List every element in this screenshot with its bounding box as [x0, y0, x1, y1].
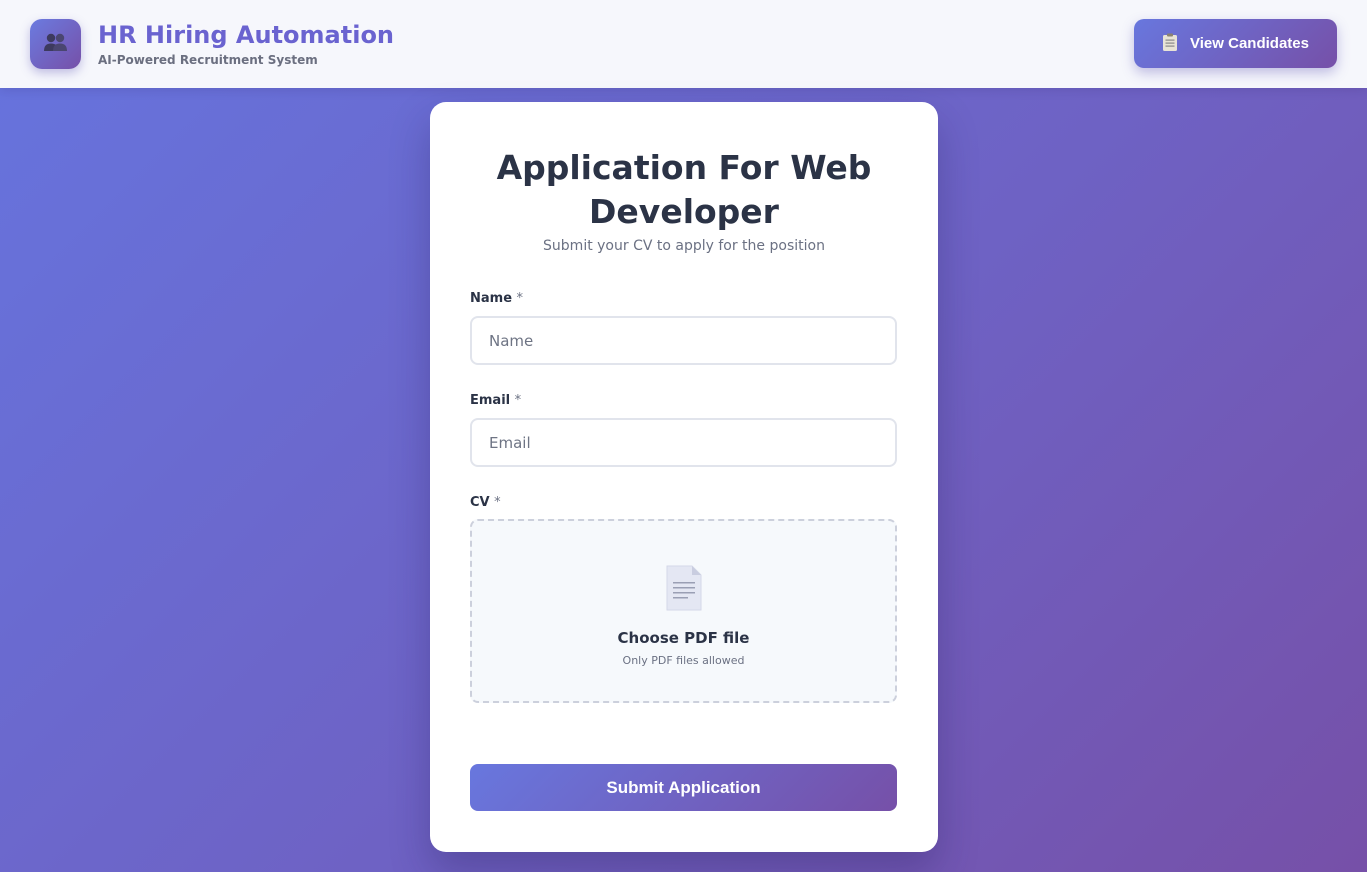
name-label: Name *	[470, 291, 523, 306]
application-card: Application For Web Developer Submit you…	[430, 102, 938, 852]
clipboard-icon	[1162, 33, 1178, 55]
users-icon	[43, 31, 69, 58]
required-mark: *	[514, 393, 522, 408]
email-label: Email *	[470, 393, 521, 408]
app-logo	[30, 19, 81, 69]
name-input[interactable]	[470, 316, 897, 365]
cv-label-text: CV	[470, 495, 490, 510]
required-mark: *	[494, 495, 501, 510]
app-subtitle: AI-Powered Recruitment System	[98, 53, 318, 67]
email-label-text: Email	[470, 393, 511, 408]
dropzone-title: Choose PDF file	[617, 629, 750, 647]
form-subtitle: Submit your CV to apply for the position	[543, 238, 825, 254]
cv-label: CV *	[470, 495, 501, 510]
dropzone-hint: Only PDF files allowed	[622, 654, 745, 667]
email-input[interactable]	[470, 418, 897, 467]
app-title: HR Hiring Automation	[98, 21, 395, 49]
view-candidates-label: View Candidates	[1190, 35, 1309, 52]
cv-file-dropzone[interactable]: Choose PDF file Only PDF files allowed	[470, 519, 897, 703]
document-icon	[665, 564, 703, 617]
submit-application-button[interactable]: Submit Application	[470, 764, 897, 811]
form-title: Application For Web Developer	[496, 148, 872, 231]
view-candidates-button[interactable]: View Candidates	[1134, 19, 1337, 68]
top-header: HR Hiring Automation AI-Powered Recruitm…	[0, 0, 1367, 88]
name-label-text: Name	[470, 291, 513, 306]
required-mark: *	[516, 291, 524, 306]
